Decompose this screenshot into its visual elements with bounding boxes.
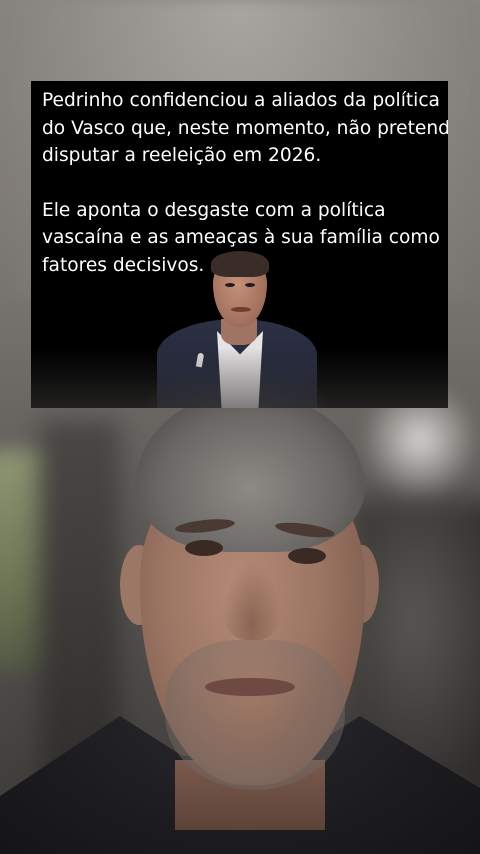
presenter-hair (135, 392, 365, 552)
news-line: Ele aponta o desgaste com a política (42, 199, 386, 221)
presenter-eye-right (288, 548, 326, 564)
presenter-stubble (165, 640, 345, 790)
presenter-eye-left (185, 540, 223, 556)
coach-eye-left (225, 283, 235, 287)
presenter-nose (222, 560, 282, 640)
news-paragraph-1: Pedrinho confidenciou a aliados da polít… (42, 87, 448, 170)
news-line: vascaína e as ameaças à sua família como (42, 227, 440, 248)
coach-mouth (231, 307, 251, 312)
news-line: Pedrinho confidenciou a aliados da polít… (42, 90, 440, 111)
coach-hair (211, 251, 269, 277)
card-bottom-fade (31, 348, 448, 408)
video-frame[interactable]: Pedrinho confidenciou a aliados da polít… (0, 0, 480, 854)
news-line: disputar a reeleição em 2026. (42, 145, 322, 166)
news-overlay-card: Pedrinho confidenciou a aliados da polít… (31, 81, 448, 408)
presenter-mouth (205, 678, 295, 696)
coach-eye-right (245, 283, 255, 287)
news-line: do Vasco que, neste momento, não pretend (42, 117, 448, 139)
